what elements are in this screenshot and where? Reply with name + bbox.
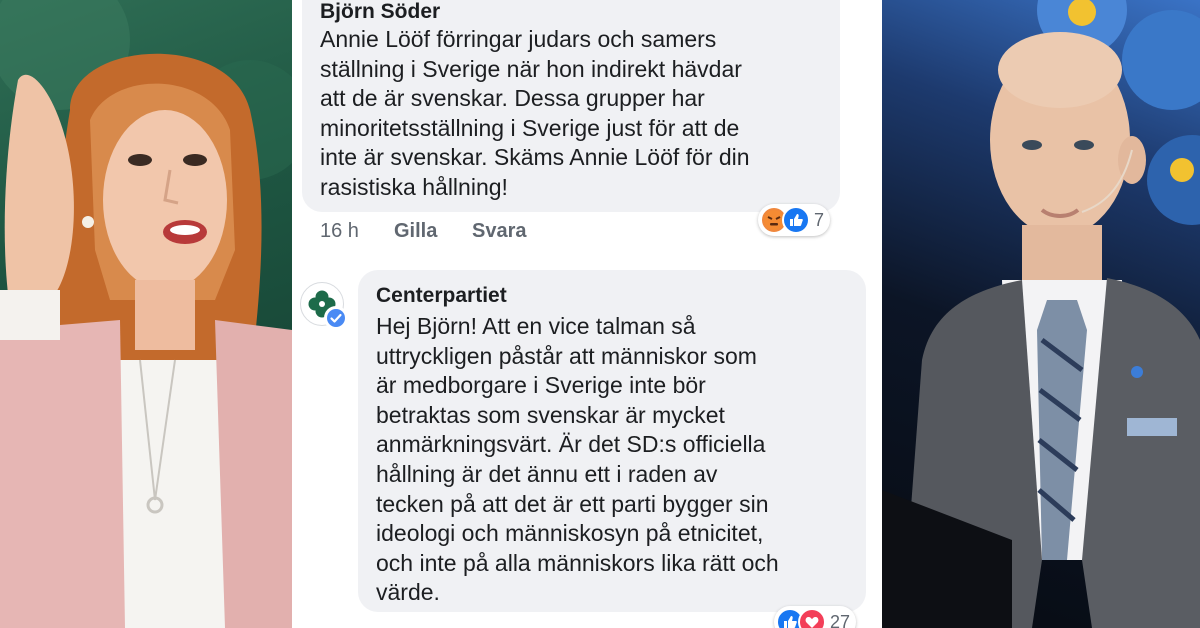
right-photo	[882, 0, 1200, 628]
comment-author[interactable]: Björn Söder	[320, 0, 440, 24]
comment-timestamp[interactable]: 16 h	[320, 220, 359, 243]
comment-text: Hej Björn! Att en vice talman så uttryck…	[376, 313, 779, 606]
left-photo	[0, 0, 292, 628]
like-icon	[782, 206, 810, 234]
reaction-summary[interactable]: 7	[758, 204, 831, 236]
comment-text: Annie Lööf förringar judars och samers s…	[320, 26, 750, 200]
verified-badge	[324, 306, 348, 330]
reply-button[interactable]: Svara	[472, 220, 527, 243]
speaker-woman-image	[0, 0, 292, 628]
reaction-count: 27	[830, 611, 851, 628]
reaction-count: 7	[814, 209, 825, 230]
like-button[interactable]: Gilla	[394, 220, 437, 243]
verified-check-icon	[327, 309, 345, 327]
speaker-man-image	[882, 0, 1200, 628]
comment-author[interactable]: Centerpartiet	[376, 284, 507, 308]
reaction-summary[interactable]: 27	[774, 606, 857, 628]
comment-feed: Björn Söder Annie Lööf förringar judars …	[292, 0, 882, 628]
love-icon	[798, 608, 826, 628]
